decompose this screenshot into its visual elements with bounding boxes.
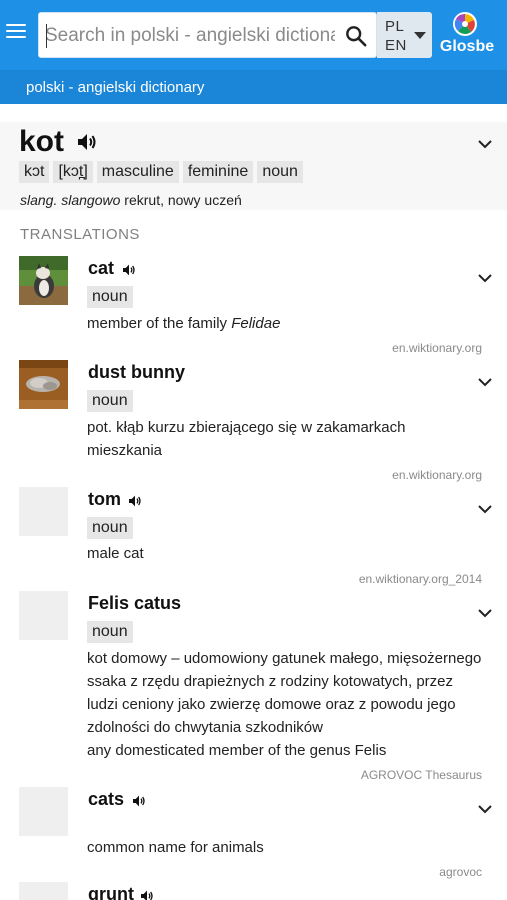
translation-item: grunt	[0, 882, 507, 900]
headword: kot	[19, 125, 64, 158]
source-label[interactable]: en.wiktionary.org_2014	[359, 572, 482, 586]
translation-word[interactable]: Felis catus	[88, 593, 181, 614]
translation-description-en: any domesticated member of the genus Fel…	[87, 742, 387, 759]
headword-definition: slang. slangowo rekrut, nowy uczeń	[20, 192, 242, 208]
speaker-icon[interactable]	[127, 493, 143, 509]
image-placeholder	[19, 882, 68, 900]
definition-text: rekrut, nowy uczeń	[120, 192, 242, 208]
speaker-icon[interactable]	[121, 262, 137, 278]
pos-tag: noun	[87, 390, 133, 412]
search-icon[interactable]	[345, 25, 367, 47]
source-label[interactable]: agrovoc	[439, 865, 482, 879]
speaker-icon[interactable]	[131, 793, 147, 809]
top-bar: PL EN Glosbe	[0, 0, 507, 70]
translation-word[interactable]: cat	[88, 258, 114, 279]
image-placeholder	[19, 487, 68, 536]
speaker-icon[interactable]	[75, 130, 99, 154]
source-label[interactable]: AGROVOC Thesaurus	[361, 768, 482, 782]
chevron-down-icon[interactable]	[478, 805, 492, 814]
translation-word[interactable]: tom	[88, 489, 121, 510]
chevron-down-icon[interactable]	[478, 609, 492, 618]
speaker-icon[interactable]	[139, 888, 155, 900]
lang-to: EN	[385, 37, 407, 54]
image-placeholder	[19, 591, 68, 640]
translation-item: cat noun member of the family Felidae en…	[0, 256, 507, 356]
definition-label: slang. slangowo	[20, 192, 121, 208]
search-box	[38, 12, 377, 58]
glosbe-logo-icon	[453, 12, 477, 36]
ipa-tag: [kɔt̪]	[53, 161, 93, 183]
chevron-down-icon[interactable]	[478, 140, 492, 149]
pos-tag: noun	[87, 621, 133, 643]
translation-item: Felis catus noun kot domowy – udomowiony…	[0, 591, 507, 783]
headword-block: kot kɔt [kɔt̪] masculine feminine noun s…	[0, 122, 507, 210]
gender-tag-feminine: feminine	[182, 161, 254, 183]
text-cursor	[46, 24, 47, 48]
headword-tags: kɔt [kɔt̪] masculine feminine noun	[19, 161, 303, 183]
translation-word[interactable]: grunt	[88, 884, 134, 900]
translation-description: pot. kłąb kurzu zbierającego się w zakam…	[87, 419, 406, 459]
translation-item: tom noun male cat en.wiktionary.org_2014	[0, 487, 507, 587]
description-italic: Felidae	[231, 315, 281, 332]
phonetic-tag: kɔt	[19, 161, 50, 183]
chevron-down-icon[interactable]	[478, 378, 492, 387]
chevron-down-icon[interactable]	[478, 505, 492, 514]
translations-heading: TRANSLATIONS	[20, 226, 140, 243]
dust-bunny-photo	[19, 360, 68, 409]
chevron-down-icon[interactable]	[478, 274, 492, 283]
gender-tag-masculine: masculine	[96, 161, 179, 183]
source-label[interactable]: en.wiktionary.org	[392, 468, 482, 482]
pos-tag: noun	[87, 517, 133, 539]
glosbe-logo[interactable]: Glosbe	[438, 10, 498, 60]
dictionary-title[interactable]: polski - angielski dictionary	[26, 79, 204, 96]
translation-item: cats common name for animals agrovoc	[0, 787, 507, 879]
menu-icon[interactable]	[6, 24, 26, 44]
dictionary-bar: polski - angielski dictionary	[0, 70, 507, 104]
cat-photo	[19, 256, 68, 305]
image-placeholder	[19, 787, 68, 836]
translation-item: dust bunny noun pot. kłąb kurzu zbierają…	[0, 360, 507, 484]
translation-description: male cat	[87, 545, 144, 562]
translation-description: kot domowy – udomowiony gatunek małego, …	[87, 650, 482, 736]
translation-description: member of the family Felidae	[87, 312, 487, 335]
pos-tag: noun	[257, 161, 303, 183]
lang-from: PL	[385, 18, 405, 35]
source-label[interactable]: en.wiktionary.org	[392, 341, 482, 355]
logo-text: Glosbe	[439, 38, 495, 55]
translation-word[interactable]: cats	[88, 789, 124, 810]
translation-description: common name for animals	[87, 839, 264, 856]
pos-tag: noun	[87, 286, 133, 308]
caret-down-icon	[414, 32, 426, 39]
language-selector[interactable]: PL EN	[377, 12, 432, 58]
description-text: member of the family	[87, 315, 232, 332]
translation-word[interactable]: dust bunny	[88, 362, 185, 383]
search-input[interactable]	[45, 21, 335, 51]
